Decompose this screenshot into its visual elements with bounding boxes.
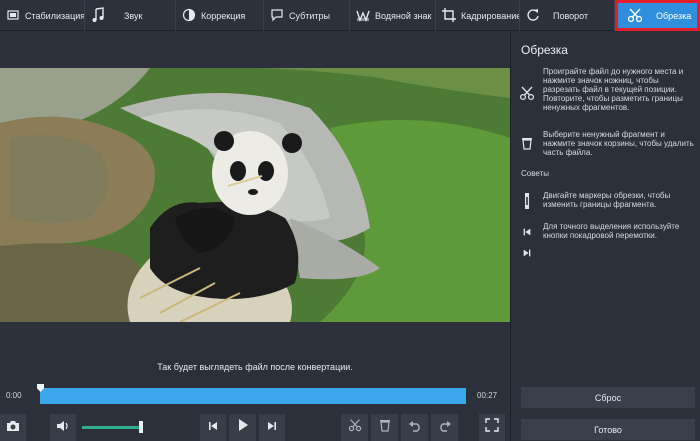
tip-frames: Для точного выделения используйте кнопки… — [519, 222, 695, 263]
undo-icon — [408, 419, 422, 437]
edit-toolbar: Стабилизация Звук Коррекция Субтитры Вод… — [0, 0, 700, 31]
subtitles-icon — [270, 8, 284, 24]
instruction-delete: Выберите ненужный фрагмент и нажмите зна… — [519, 130, 695, 157]
tab-trim[interactable]: Обрезка — [615, 0, 700, 31]
snapshot-button[interactable] — [0, 414, 26, 441]
fullscreen-icon — [485, 418, 499, 437]
play-icon — [237, 418, 249, 437]
rotate-icon — [526, 8, 540, 24]
tab-subtitles-label: Субтитры — [289, 10, 331, 21]
tab-watermark[interactable]: Водяной знак — [350, 0, 436, 31]
next-frame-button[interactable] — [259, 414, 285, 441]
tab-rotate-label: Поворот — [553, 10, 589, 21]
tip-markers-text: Двигайте маркеры обрезки, чтобы изменить… — [543, 191, 671, 209]
timeline-track[interactable] — [40, 388, 466, 404]
undo-button[interactable] — [401, 414, 428, 441]
trim-panel: Обрезка Проиграйте файл до нужного места… — [510, 31, 700, 441]
tab-stabilization-label: Стабилизация — [25, 10, 85, 21]
redo-icon — [438, 419, 452, 437]
trim-marker-icon — [522, 193, 532, 214]
cut-button[interactable] — [341, 414, 368, 441]
instruction-cut: Проиграйте файл до нужного места и нажми… — [519, 67, 695, 112]
done-button[interactable]: Готово — [521, 419, 695, 440]
tab-correction[interactable]: Коррекция — [176, 0, 264, 31]
tips-heading: Советы — [521, 169, 549, 178]
tab-subtitles[interactable]: Субтитры — [264, 0, 350, 31]
tip-markers: Двигайте маркеры обрезки, чтобы изменить… — [519, 191, 695, 214]
crop-icon — [442, 7, 456, 24]
scissors-icon — [348, 418, 362, 437]
tip-frames-text: Для точного выделения используйте кнопки… — [543, 222, 680, 240]
panel-title: Обрезка — [521, 43, 568, 57]
scissors-icon — [519, 85, 535, 112]
preview-caption: Так будет выглядеть файл после конвертац… — [157, 362, 353, 372]
tab-rotate[interactable]: Поворот — [520, 0, 615, 31]
tab-sound[interactable]: Звук — [85, 0, 176, 31]
delete-button[interactable] — [371, 414, 398, 441]
color-correction-icon — [182, 8, 196, 24]
timeline: 0:00 00:27 — [0, 384, 510, 406]
camera-icon — [6, 419, 20, 437]
music-note-icon — [91, 6, 105, 25]
skip-back-icon — [207, 419, 219, 437]
tab-watermark-label: Водяной знак — [375, 10, 432, 21]
tab-stabilization[interactable]: Стабилизация — [0, 0, 85, 31]
skip-forward-icon — [266, 419, 278, 437]
tab-sound-label: Звук — [124, 10, 143, 21]
time-end: 00:27 — [477, 391, 498, 400]
instruction-delete-text: Выберите ненужный фрагмент и нажмите зна… — [543, 130, 694, 157]
speaker-icon — [56, 419, 70, 437]
prev-frame-button[interactable] — [200, 414, 226, 441]
tab-correction-label: Коррекция — [201, 10, 246, 21]
tab-trim-label: Обрезка — [656, 10, 692, 21]
play-button[interactable] — [229, 414, 256, 441]
tab-crop-label: Кадрирование — [461, 10, 520, 21]
watermark-icon — [356, 8, 370, 24]
volume-slider-handle[interactable] — [139, 421, 143, 433]
time-start: 0:00 — [6, 391, 22, 400]
video-frame-panda — [0, 68, 510, 322]
trash-icon — [379, 418, 391, 437]
video-preview[interactable] — [0, 68, 510, 322]
trash-icon — [521, 136, 533, 157]
volume-button[interactable] — [50, 414, 76, 441]
reset-button[interactable]: Сброс — [521, 387, 695, 408]
redo-button[interactable] — [431, 414, 458, 441]
scissors-icon — [627, 7, 643, 25]
skip-back-icon — [522, 224, 532, 242]
volume-slider[interactable] — [82, 426, 141, 429]
fullscreen-button[interactable] — [479, 414, 505, 441]
playback-controls — [0, 414, 510, 441]
instruction-cut-text: Проиграйте файл до нужного места и нажми… — [543, 67, 684, 112]
skip-forward-icon — [522, 245, 532, 263]
stabilization-icon — [6, 8, 20, 24]
tab-crop[interactable]: Кадрирование — [436, 0, 520, 31]
